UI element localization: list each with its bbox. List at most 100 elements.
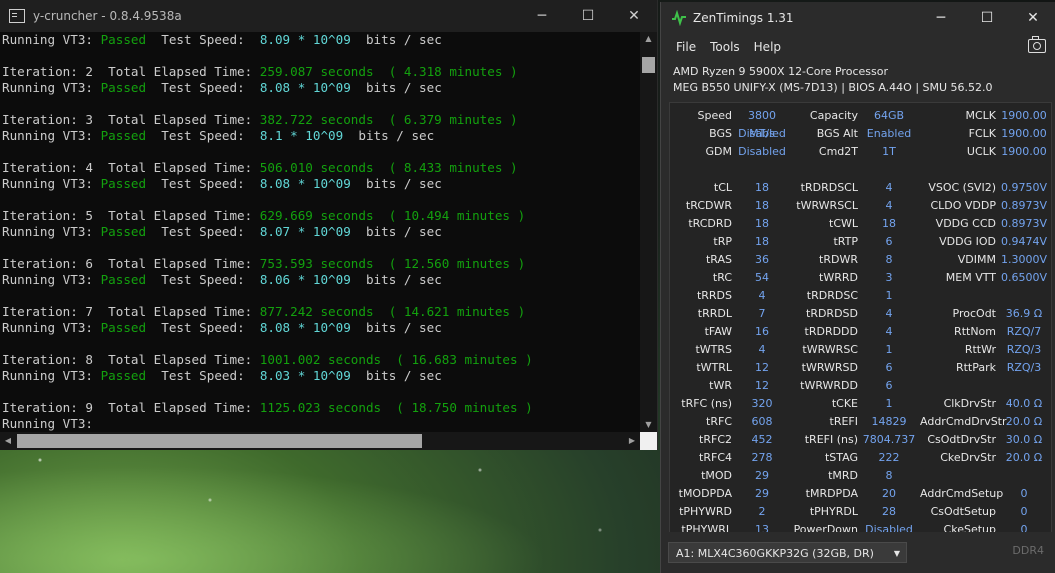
zen-minimize-button[interactable]: ─ [918,2,964,34]
value-tcl: 18 [755,181,769,194]
scroll-down-arrow-icon[interactable]: ▼ [640,418,657,432]
label-twtrs: tWTRS [695,343,732,356]
menu-file[interactable]: File [669,40,703,54]
console-text: Test Speed: [146,320,260,335]
console-text: 8.03 * 10^09 [259,368,351,383]
value-twrwrscl: 4 [885,199,893,212]
value-trc: 54 [755,271,769,284]
console-text: Iteration: 4 Total Elapsed Time: [2,160,260,175]
console-text: Test Speed: [146,128,260,143]
label-vddg-ccd: VDDG CCD [935,217,996,230]
label-rttwr: RttWr [964,343,996,356]
label-tphywrd: tPHYWRD [679,505,732,518]
console-text: Iteration: 6 Total Elapsed Time: [2,256,260,271]
console-line: Iteration: 5 Total Elapsed Time: 629.669… [2,208,642,224]
console-text: 8.08 * 10^09 [259,80,351,95]
screenshot-camera-icon[interactable] [1028,36,1046,53]
value-tmrd: 8 [885,469,893,482]
scroll-up-arrow-icon[interactable]: ▲ [640,32,657,46]
console-text: Running VT3: [2,320,101,335]
console-line: Running VT3: Passed Test Speed: 8.07 * 1… [2,224,642,240]
console-text: Iteration: 3 Total Elapsed Time: [2,112,260,127]
value-trdrddd: 4 [885,325,893,338]
label-addrcmddrvstr: AddrCmdDrvStr [920,415,1007,428]
label-trefi-ns: tREFI (ns) [804,433,858,446]
value-mem-vtt: 0.6500V [1000,271,1047,284]
console-text: 8.08 * 10^09 [259,176,351,191]
value-procodt: 36.9 Ω [1005,307,1043,320]
console-line: Running VT3: Passed Test Speed: 8.06 * 1… [2,272,642,288]
console-text: 259.087 seconds ( 4.318 minutes ) [259,64,518,79]
console-text: bits / sec [350,272,442,287]
value-tphyrdl: 28 [882,505,896,518]
console-text: bits / sec [343,128,435,143]
label-vdimm: VDIMM [957,253,996,266]
scrollbar-corner [640,432,657,450]
console-text: Iteration: 2 Total Elapsed Time: [2,64,260,79]
label-twr: tWR [709,379,732,392]
value-twtrl: 12 [755,361,769,374]
console-text: Test Speed: [146,176,260,191]
label-csodtdrvstr: CsOdtDrvStr [927,433,996,446]
console-line: Iteration: 7 Total Elapsed Time: 877.242… [2,304,642,320]
label-mem-vtt: MEM VTT [945,271,996,284]
console-text: 8.08 * 10^09 [259,320,351,335]
value-capacity: 64GB [873,109,905,122]
dimm-select[interactable]: A1: MLX4C360GKKP32G (32GB, DR) ▼ [668,542,907,563]
label-tmodpda: tMODPDA [678,487,732,500]
value-trfc4: 278 [751,451,773,464]
value-bgs: Disabled [738,127,786,140]
value-trefi-ns: 7804.737 [862,433,916,446]
label-mclk: MCLK [965,109,996,122]
console-titlebar: y-cruncher - 0.8.4.9538a ─ ☐ ✕ [0,0,657,32]
menu-tools[interactable]: Tools [703,40,747,54]
console-text: 8.07 * 10^09 [259,224,351,239]
label-trdrdsd: tRDRDSD [806,307,858,320]
console-text: 8.06 * 10^09 [259,272,351,287]
scroll-left-arrow-icon[interactable]: ◀ [0,432,16,450]
console-text: Passed [100,368,147,383]
horizontal-scroll-thumb[interactable] [17,434,422,448]
label-tmrdpda: tMRDPDA [805,487,858,500]
value-trdrdsd: 4 [885,307,893,320]
scroll-right-arrow-icon[interactable]: ▶ [624,432,640,450]
value-vsoc-svi2: 0.9750V [1000,181,1047,194]
menu-help[interactable]: Help [747,40,788,54]
console-text: 753.593 seconds ( 12.560 minutes ) [259,256,526,271]
value-twrrd: 3 [885,271,893,284]
console-line: Iteration: 6 Total Elapsed Time: 753.593… [2,256,642,272]
value-addrcmdsetup: 0 [1020,487,1028,500]
label-twrwrsd: tWRWRSD [801,361,858,374]
zen-close-button[interactable]: ✕ [1010,2,1055,34]
value-csodtsetup: 0 [1020,505,1028,518]
chevron-down-icon: ▼ [893,549,900,558]
zen-footer: A1: MLX4C360GKKP32G (32GB, DR) ▼ DDR4 [661,532,1055,573]
value-trrds: 4 [758,289,766,302]
label-trefi: tREFI [829,415,858,428]
value-trefi: 14829 [871,415,907,428]
label-twrwrdd: tWRWRDD [800,379,858,392]
value-vddg-iod: 0.9474V [1000,235,1047,248]
label-trfc-ns: tRFC (ns) [681,397,732,410]
console-line: Running VT3: Passed Test Speed: 8.09 * 1… [2,32,642,48]
label-trdwr: tRDWR [819,253,858,266]
horizontal-scrollbar[interactable]: ◀ ▶ [0,432,640,450]
value-trtp: 6 [885,235,893,248]
value-trcdrd: 18 [755,217,769,230]
menu-bar: File Tools Help [661,34,1055,60]
minimize-button[interactable]: ─ [519,0,565,32]
console-text: Running VT3: [2,368,101,383]
vertical-scrollbar[interactable]: ▲ ▼ [640,32,657,432]
value-trcdwr: 18 [755,199,769,212]
console-text: Running VT3: [2,32,101,47]
value-bgs-alt: Enabled [866,127,912,140]
maximize-button[interactable]: ☐ [565,0,611,32]
zen-maximize-button[interactable]: ☐ [964,2,1010,34]
close-button[interactable]: ✕ [611,0,657,32]
label-ckedrvstr: CkeDrvStr [940,451,996,464]
console-text: Running VT3: [2,416,93,431]
label-tstag: tSTAG [824,451,858,464]
vertical-scroll-thumb[interactable] [642,57,655,73]
